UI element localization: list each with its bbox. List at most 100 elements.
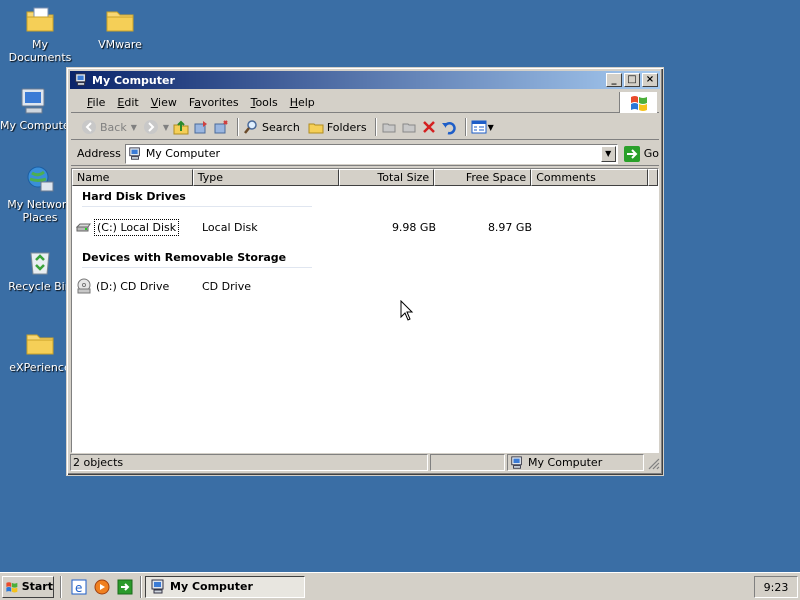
my-documents-folder-icon (26, 7, 54, 32)
column-header-name[interactable]: Name (72, 169, 193, 186)
menu-favorites-rest: vorites (200, 95, 239, 109)
up-folder-button[interactable] (173, 119, 189, 135)
back-dropdown-icon[interactable]: ▼ (131, 123, 137, 132)
move-to-button[interactable] (193, 119, 209, 135)
item-total-size: 9.98 GB (391, 220, 436, 234)
media-player-icon[interactable] (94, 579, 110, 595)
taskbar-button-my-computer[interactable]: My Computer (145, 575, 305, 598)
taskbar: Start e My Computer 9:23 (0, 572, 800, 600)
status-object-count: 2 objects (70, 454, 428, 471)
list-item-d-drive[interactable]: (D:) CD Drive CD Drive (72, 276, 658, 296)
forward-arrow-icon (143, 120, 158, 134)
status-location-panel: My Computer (507, 454, 645, 471)
list-item-c-drive[interactable]: (C:) Local Disk Local Disk 9.98 GB 8.97 … (72, 217, 658, 237)
group-header-hard-disks: Hard Disk Drives (82, 190, 312, 207)
hard-disk-icon (76, 223, 91, 232)
delete-button[interactable] (421, 119, 437, 135)
views-dropdown-icon: ▼ (487, 122, 494, 132)
internet-explorer-icon[interactable]: e (71, 579, 87, 595)
item-type: CD Drive (202, 279, 251, 293)
go-button[interactable]: Go (623, 145, 659, 162)
desktop-icon-label: VMware (98, 38, 142, 51)
column-header-free-space[interactable]: Free Space (434, 169, 532, 186)
copy-to-button[interactable] (213, 119, 229, 135)
desktop-icon-vmware[interactable]: VMware (80, 4, 160, 51)
menu-tools[interactable]: Tools (245, 96, 284, 109)
address-input[interactable]: My Computer ▼ (124, 143, 618, 164)
up-folder-icon (173, 120, 189, 135)
start-button[interactable]: Start (2, 575, 54, 598)
search-button[interactable]: Search (243, 119, 300, 135)
menu-edit[interactable]: Edit (111, 96, 144, 109)
column-headers: Name Type Total Size Free Space Comments (72, 169, 658, 186)
clock-time: 9:23 (763, 580, 789, 594)
menu-bar: File Edit View Favorites Tools Help (71, 92, 659, 113)
maximize-button[interactable]: □ (624, 73, 640, 87)
undo-icon (441, 121, 456, 135)
system-tray-clock[interactable]: 9:23 (754, 576, 798, 598)
views-icon (471, 120, 487, 134)
group-header-removable-storage: Devices with Removable Storage (82, 251, 312, 268)
forward-button[interactable] (143, 119, 159, 135)
item-name-cell: (C:) Local Disk (72, 218, 190, 236)
my-computer-icon (511, 455, 522, 469)
minimize-button[interactable]: _ (606, 73, 622, 87)
menu-file-rest: ile (92, 95, 106, 109)
address-dropdown-button[interactable]: ▼ (600, 145, 616, 162)
menu-edit-rest: dit (124, 95, 139, 109)
cd-drive-icon (77, 278, 91, 294)
column-header-total-size[interactable]: Total Size (339, 169, 435, 186)
views-button[interactable]: ▼ (471, 119, 494, 135)
my-computer-icon (129, 146, 140, 160)
file-list-view[interactable]: Name Type Total Size Free Space Comments… (71, 168, 659, 453)
resize-grip-icon[interactable] (646, 456, 660, 470)
menu-help[interactable]: Help (284, 96, 321, 109)
forward-dropdown-icon[interactable]: ▼ (163, 123, 169, 132)
column-header-comments[interactable]: Comments (531, 169, 648, 186)
desktop-icon-my-documents[interactable]: My Documents (0, 4, 80, 64)
folders-label: Folders (326, 120, 367, 134)
show-desktop-icon[interactable] (117, 579, 133, 595)
folders-icon (308, 123, 324, 134)
undo-button[interactable] (441, 119, 457, 135)
column-header-type[interactable]: Type (192, 169, 340, 186)
move-folder-icon (382, 123, 396, 133)
folder-icon (26, 334, 54, 355)
column-header-filler (647, 169, 658, 186)
menu-favorites[interactable]: Favorites (183, 96, 245, 109)
move-button[interactable] (381, 119, 397, 135)
start-label: Start (21, 580, 53, 593)
item-type: Local Disk (202, 220, 258, 234)
taskbar-button-label: My Computer (170, 580, 253, 593)
item-name: (C:) Local Disk (94, 218, 180, 236)
go-label: Go (643, 147, 659, 160)
move-to-icon (194, 121, 208, 134)
search-label: Search (262, 120, 300, 134)
status-location: My Computer (528, 456, 603, 469)
desktop-icon-label: My Computer (0, 119, 66, 132)
mouse-cursor-icon (400, 300, 414, 321)
desktop-icon-my-computer[interactable]: My Computer (0, 85, 66, 132)
close-button[interactable]: × (642, 73, 658, 87)
recycle-bin-icon (30, 252, 50, 275)
copy-button[interactable] (401, 119, 417, 135)
toolbar-separator (237, 118, 240, 136)
item-name: (D:) CD Drive (96, 279, 170, 293)
my-computer-icon (151, 579, 164, 593)
address-value: My Computer (145, 147, 220, 160)
search-icon (244, 120, 257, 134)
address-bar: Address My Computer ▼ Go (71, 142, 659, 166)
toolbar-separator (464, 118, 467, 136)
menu-tools-rest: ools (255, 95, 278, 109)
menu-view-rest: iew (158, 95, 177, 109)
back-button[interactable]: Back (81, 119, 127, 135)
folders-button[interactable]: Folders (308, 119, 367, 135)
menu-view[interactable]: View (145, 96, 183, 109)
window-titlebar[interactable]: My Computer _ □ × (70, 71, 660, 89)
window-title: My Computer (92, 73, 175, 87)
window-controls: _ □ × (606, 73, 658, 87)
menu-file[interactable]: File (71, 96, 111, 109)
my-computer-window: My Computer _ □ × File Edit View Favorit… (66, 67, 664, 476)
back-arrow-icon (82, 120, 96, 134)
taskbar-separator (60, 575, 62, 598)
